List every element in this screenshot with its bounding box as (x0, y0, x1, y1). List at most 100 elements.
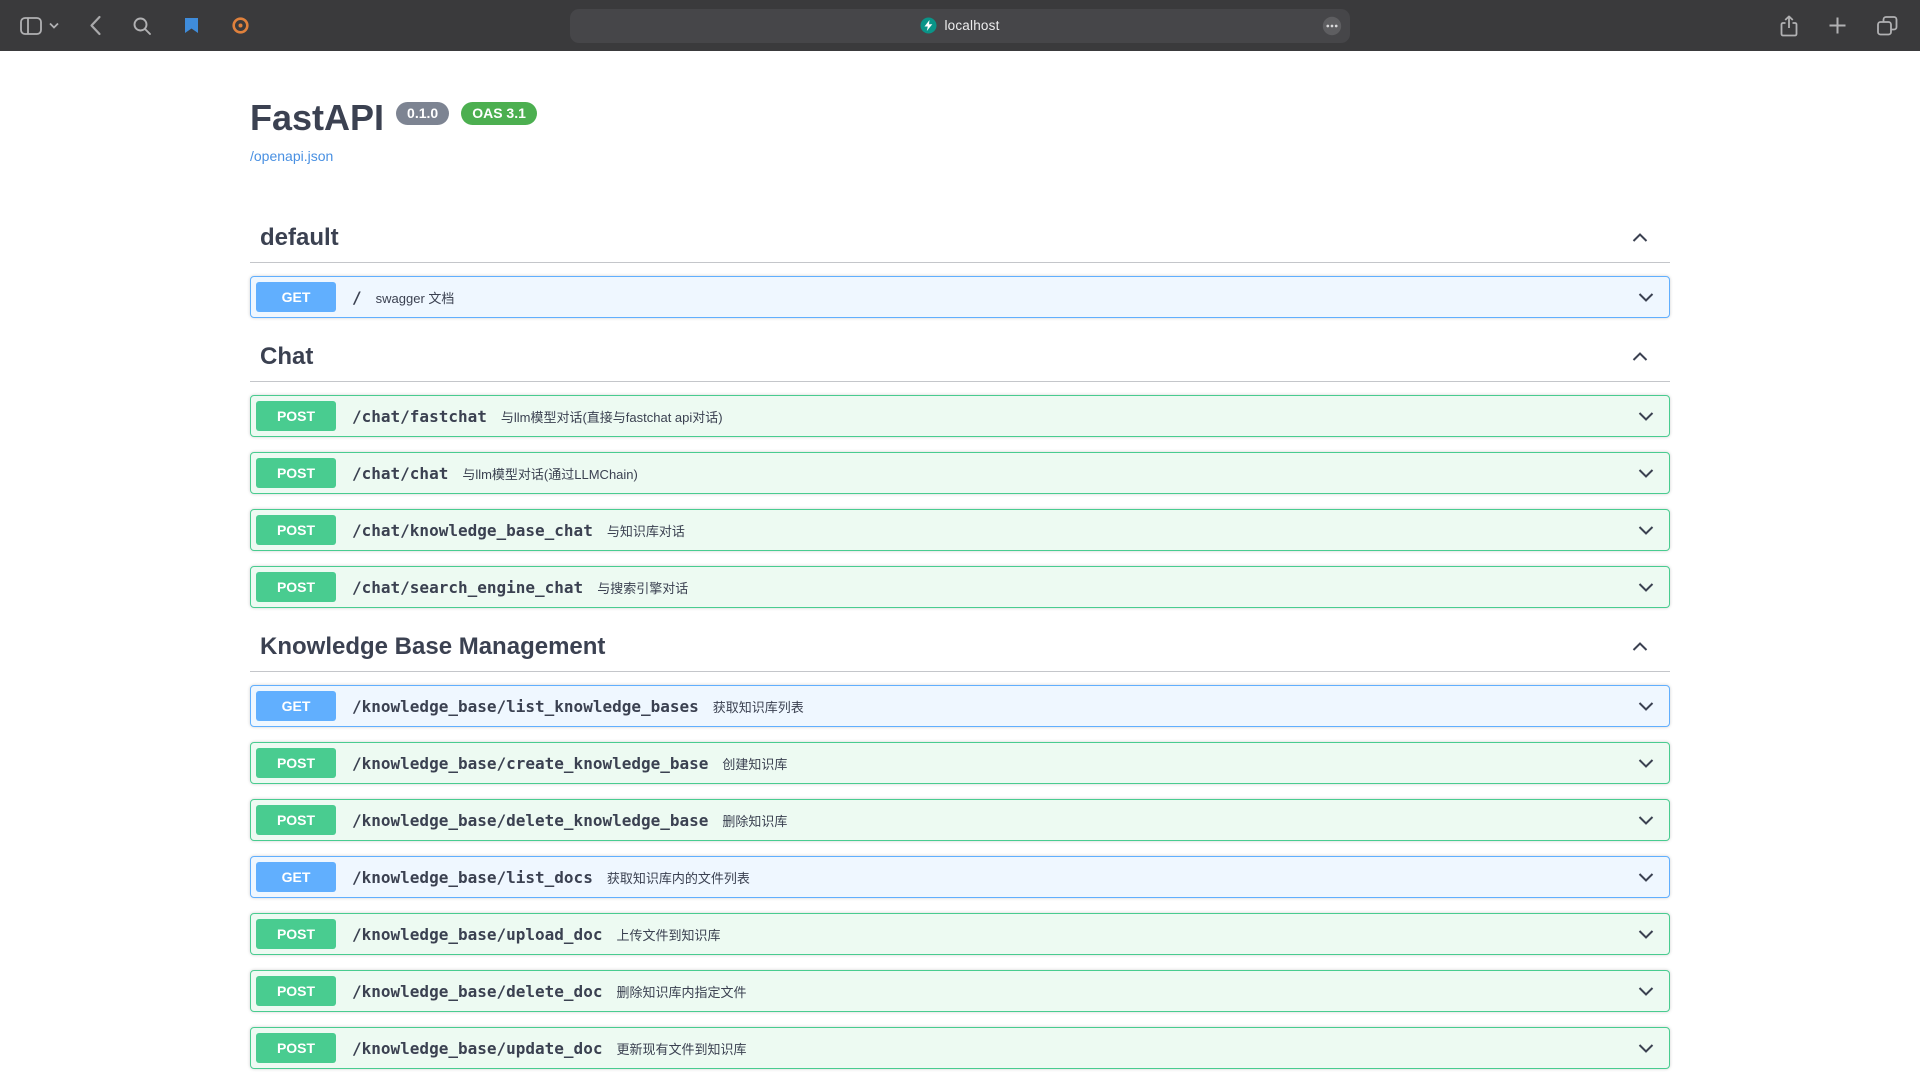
oas-badge: OAS 3.1 (461, 102, 537, 125)
chevron-down-icon (1636, 810, 1656, 830)
ellipsis-icon[interactable] (1322, 16, 1342, 36)
chevron-down-icon (1636, 981, 1656, 1001)
toolbar-left-group (0, 15, 250, 36)
sidebar-icon (20, 17, 42, 35)
method-badge: POST (256, 401, 336, 431)
operation-row[interactable]: POST /chat/knowledge_base_chat 与知识库对话 (250, 509, 1670, 551)
chevron-down-icon (1636, 463, 1656, 483)
toolbar-right-group (1780, 15, 1920, 37)
tab-overview-icon (1877, 16, 1898, 36)
operation-summary: 更新现有文件到知识库 (616, 1039, 1636, 1058)
operation-path: /chat/knowledge_base_chat (352, 521, 593, 540)
chevron-down-icon (1636, 753, 1656, 773)
method-badge: POST (256, 515, 336, 545)
chevron-up-icon (1630, 228, 1650, 248)
chevron-down-icon (1636, 924, 1656, 944)
operation-summary: 创建知识库 (722, 754, 1636, 773)
section-knowledge-base: Knowledge Base Management GET /knowledge… (250, 623, 1670, 1080)
chevron-down-icon (1636, 867, 1656, 887)
page-content: FastAPI 0.1.0 OAS 3.1 /openapi.json defa… (0, 51, 1920, 1080)
sidebar-toggle-button[interactable] (20, 17, 59, 35)
operation-summary: 与llm模型对话(通过LLMChain) (462, 464, 1636, 483)
chevron-down-icon (1636, 287, 1656, 307)
search-icon (132, 16, 152, 36)
back-icon (89, 15, 102, 36)
method-badge: POST (256, 1033, 336, 1063)
operation-path: / (352, 288, 362, 307)
operation-row[interactable]: GET / swagger 文档 (250, 276, 1670, 318)
swagger-wrapper: FastAPI 0.1.0 OAS 3.1 /openapi.json defa… (230, 51, 1690, 1080)
section-default: default GET / swagger 文档 (250, 214, 1670, 318)
operation-path: /knowledge_base/upload_doc (352, 925, 602, 944)
chevron-down-icon (1636, 577, 1656, 597)
method-badge: POST (256, 805, 336, 835)
operation-path: /chat/search_engine_chat (352, 578, 583, 597)
operation-row[interactable]: POST /knowledge_base/delete_doc 删除知识库内指定… (250, 970, 1670, 1012)
site-favicon (920, 17, 937, 34)
operation-row[interactable]: POST /knowledge_base/update_doc 更新现有文件到知… (250, 1027, 1670, 1069)
chevron-up-icon (1630, 347, 1650, 367)
chevron-up-icon (1630, 637, 1650, 657)
operation-path: /chat/chat (352, 464, 448, 483)
operation-summary: 获取知识库内的文件列表 (607, 868, 1636, 887)
tab-overview-button[interactable] (1877, 16, 1898, 36)
operation-path: /knowledge_base/create_knowledge_base (352, 754, 708, 773)
operation-row[interactable]: POST /knowledge_base/create_knowledge_ba… (250, 742, 1670, 784)
version-badge: 0.1.0 (396, 102, 449, 125)
operation-path: /knowledge_base/delete_knowledge_base (352, 811, 708, 830)
section-header-chat[interactable]: Chat (250, 333, 1670, 382)
api-title-text: FastAPI (250, 97, 384, 139)
extension-blue-icon (182, 16, 201, 35)
new-tab-icon (1828, 16, 1847, 35)
method-badge: POST (256, 919, 336, 949)
section-header-default[interactable]: default (250, 214, 1670, 263)
operation-row[interactable]: POST /chat/fastchat 与llm模型对话(直接与fastchat… (250, 395, 1670, 437)
operation-path: /knowledge_base/list_knowledge_bases (352, 697, 699, 716)
operation-path: /knowledge_base/list_docs (352, 868, 593, 887)
operation-summary: 上传文件到知识库 (616, 925, 1636, 944)
url-text: localhost (944, 18, 999, 33)
operation-summary: 与知识库对话 (607, 521, 1636, 540)
operations-list: POST /chat/fastchat 与llm模型对话(直接与fastchat… (250, 382, 1670, 608)
operation-row[interactable]: GET /knowledge_base/list_knowledge_bases… (250, 685, 1670, 727)
operation-summary: 删除知识库 (722, 811, 1636, 830)
method-badge: GET (256, 282, 336, 312)
operation-summary: 与搜索引擎对话 (597, 578, 1636, 597)
operation-summary: 删除知识库内指定文件 (616, 982, 1636, 1001)
operation-row[interactable]: POST /knowledge_base/delete_knowledge_ba… (250, 799, 1670, 841)
operation-row[interactable]: POST /chat/chat 与llm模型对话(通过LLMChain) (250, 452, 1670, 494)
operation-summary: 获取知识库列表 (713, 697, 1636, 716)
method-badge: GET (256, 691, 336, 721)
section-chat: Chat POST /chat/fastchat 与llm模型对话(直接与fas… (250, 333, 1670, 608)
openapi-spec-link[interactable]: /openapi.json (250, 148, 333, 164)
section-title: Chat (260, 343, 1630, 371)
address-bar[interactable]: localhost (570, 9, 1350, 43)
chevron-down-icon (49, 22, 59, 29)
method-badge: GET (256, 862, 336, 892)
method-badge: POST (256, 458, 336, 488)
new-tab-button[interactable] (1828, 16, 1847, 35)
chevron-down-icon (1636, 520, 1656, 540)
operation-summary: swagger 文档 (376, 288, 1636, 307)
operation-path: /knowledge_base/update_doc (352, 1039, 602, 1058)
chevron-down-icon (1636, 696, 1656, 716)
method-badge: POST (256, 748, 336, 778)
share-button[interactable] (1780, 15, 1798, 37)
chevron-down-icon (1636, 1038, 1656, 1058)
operations-list: GET / swagger 文档 (250, 263, 1670, 318)
operation-summary: 与llm模型对话(直接与fastchat api对话) (501, 407, 1636, 426)
operations-list: GET /knowledge_base/list_knowledge_bases… (250, 672, 1670, 1080)
chevron-down-icon (1636, 406, 1656, 426)
operation-row[interactable]: POST /knowledge_base/upload_doc 上传文件到知识库 (250, 913, 1670, 955)
extension-orange-icon (231, 16, 250, 35)
extension-button-blue[interactable] (182, 16, 201, 35)
operation-path: /knowledge_base/delete_doc (352, 982, 602, 1001)
back-button[interactable] (89, 15, 102, 36)
search-button[interactable] (132, 16, 152, 36)
section-header-knowledge-base[interactable]: Knowledge Base Management (250, 623, 1670, 672)
section-title: default (260, 224, 1630, 252)
operation-row[interactable]: GET /knowledge_base/list_docs 获取知识库内的文件列… (250, 856, 1670, 898)
operation-row[interactable]: POST /chat/search_engine_chat 与搜索引擎对话 (250, 566, 1670, 608)
method-badge: POST (256, 976, 336, 1006)
extension-button-orange[interactable] (231, 16, 250, 35)
